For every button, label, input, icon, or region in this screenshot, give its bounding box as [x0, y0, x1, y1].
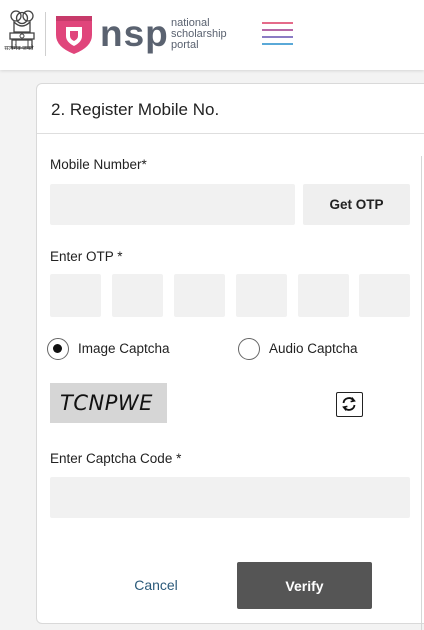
- scroll-edge-line: [421, 156, 422, 630]
- refresh-captcha-button[interactable]: [336, 392, 363, 417]
- card-title-divider: [37, 133, 424, 134]
- image-captcha-label[interactable]: Image Captcha: [78, 341, 170, 356]
- site-header: सत्यमेव जयते nsp national scholarship po…: [0, 0, 424, 70]
- header-divider: [45, 12, 46, 56]
- cancel-button[interactable]: Cancel: [106, 565, 206, 605]
- otp-label: Enter OTP *: [50, 249, 123, 264]
- brand-tagline: national scholarship portal: [171, 18, 227, 51]
- otp-digit-input-5[interactable]: [298, 274, 349, 317]
- captcha-image: TCNPWE: [50, 383, 167, 423]
- radio-selected-dot: [53, 344, 62, 353]
- mobile-number-label: Mobile Number*: [50, 157, 147, 172]
- menu-bar-3: [262, 36, 293, 38]
- brand-name: nsp: [100, 13, 169, 54]
- captcha-code-label: Enter Captcha Code *: [50, 451, 182, 466]
- otp-digit-input-2[interactable]: [112, 274, 163, 317]
- nsp-logo-icon: [54, 13, 94, 55]
- audio-captcha-radio[interactable]: [238, 338, 260, 360]
- otp-digit-input-3[interactable]: [174, 274, 225, 317]
- captcha-code-input[interactable]: [50, 477, 410, 518]
- mobile-number-input[interactable]: [50, 184, 295, 225]
- refresh-icon: [342, 397, 356, 411]
- audio-captcha-label[interactable]: Audio Captcha: [269, 341, 358, 356]
- menu-bar-4: [262, 43, 293, 45]
- image-captcha-radio[interactable]: [47, 338, 69, 360]
- menu-bar-1: [262, 22, 293, 24]
- hamburger-menu-icon[interactable]: [262, 22, 293, 48]
- menu-bar-2: [262, 29, 293, 31]
- otp-digit-input-1[interactable]: [50, 274, 101, 317]
- emblem-caption: सत्यमेव जयते: [4, 46, 34, 52]
- tagline-line-3: portal: [171, 39, 199, 51]
- otp-digit-input-6[interactable]: [359, 274, 410, 317]
- get-otp-button[interactable]: Get OTP: [303, 184, 410, 225]
- otp-digit-input-4[interactable]: [236, 274, 287, 317]
- verify-button[interactable]: Verify: [237, 562, 372, 609]
- card-title: 2. Register Mobile No.: [51, 100, 220, 119]
- national-emblem-icon: [6, 8, 38, 60]
